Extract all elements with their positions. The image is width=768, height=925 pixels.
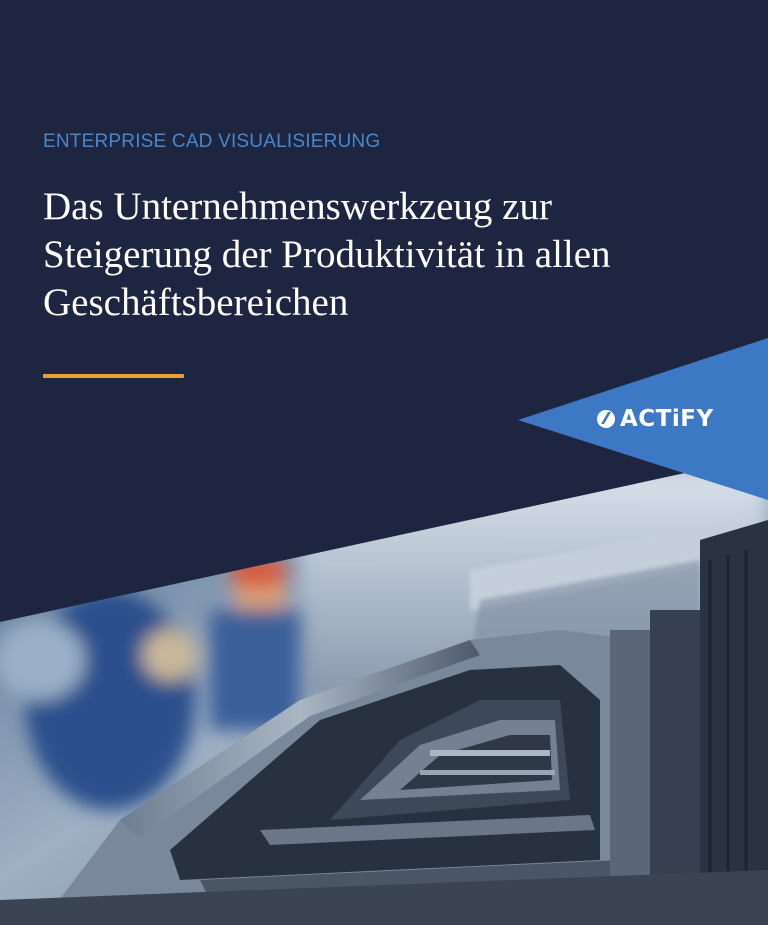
headline-line-2: Steigerung der Produktivität in allen [43,233,611,276]
accent-rule [43,374,184,378]
eyebrow-label: ENTERPRISE CAD VISUALISIERUNG [43,131,381,152]
logo-wordmark: ACTiFY [620,406,714,432]
actify-swoosh-icon [597,410,615,428]
headline-line-1: Das Unternehmenswerkzeug zur [43,185,552,228]
cover-page: ENTERPRISE CAD VISUALISIERUNG Das Untern… [0,0,768,925]
headline-line-3: Geschäftsbereichen [43,281,349,324]
cover-headline: Das Unternehmenswerkzeug zur Steigerung … [43,183,683,327]
actify-logo: ACTiFY [596,404,714,434]
